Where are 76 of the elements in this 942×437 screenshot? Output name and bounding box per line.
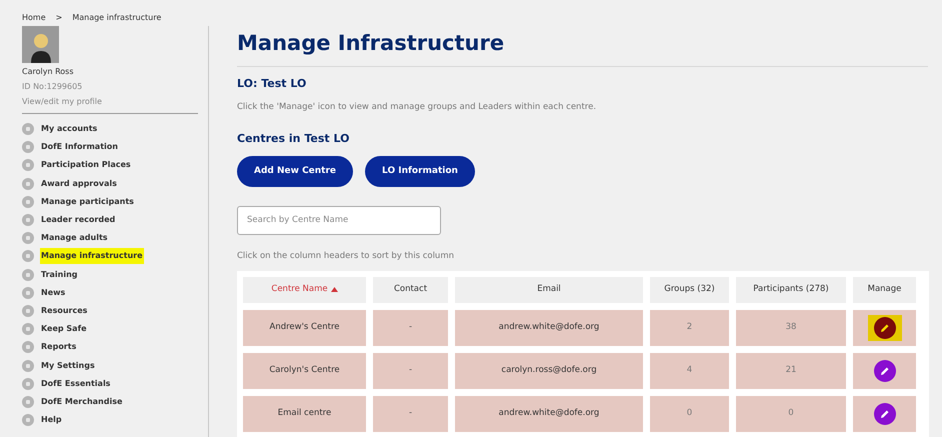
table-cell: 4 bbox=[650, 352, 729, 388]
column-header[interactable]: Manage bbox=[853, 276, 916, 302]
table-cell: - bbox=[373, 352, 448, 388]
table-cell: 0 bbox=[650, 396, 729, 432]
pencil-icon bbox=[880, 322, 890, 332]
table-cell: carolyn.ross@dofe.org bbox=[455, 352, 643, 388]
column-header[interactable]: Participants (278) bbox=[736, 276, 846, 302]
search-field[interactable]: Search by Centre Name bbox=[237, 206, 441, 235]
column-header[interactable]: Email bbox=[455, 276, 643, 302]
menu-icon bbox=[22, 196, 34, 208]
manage-button[interactable] bbox=[874, 360, 896, 382]
lo-heading: LO: Test LO bbox=[237, 76, 308, 92]
sidebar-item[interactable]: Leader recorded bbox=[40, 212, 116, 228]
column-header[interactable]: Groups (32) bbox=[650, 276, 729, 302]
sidebar-item[interactable]: Participation Places bbox=[40, 157, 132, 174]
profile-name: Carolyn Ross bbox=[22, 66, 74, 78]
sidebar-item[interactable]: Manage infrastructure bbox=[40, 248, 144, 264]
sidebar-item[interactable]: Resources bbox=[40, 302, 88, 319]
pencil-icon bbox=[880, 408, 890, 418]
menu-icon bbox=[22, 396, 34, 408]
table-cell: andrew.white@dofe.org bbox=[455, 310, 643, 346]
sidebar-item[interactable]: Help bbox=[40, 412, 63, 428]
menu-icon bbox=[22, 286, 34, 299]
sidebar-item[interactable]: Manage adults bbox=[40, 230, 109, 246]
menu-icon bbox=[22, 159, 34, 172]
menu-icon bbox=[22, 232, 34, 244]
sidebar-item[interactable]: Reports bbox=[40, 339, 78, 356]
sidebar-item[interactable]: Award approvals bbox=[40, 176, 118, 192]
table-cell: andrew.white@dofe.org bbox=[455, 396, 643, 432]
pencil-icon bbox=[880, 366, 890, 376]
sort-hint: Click on the column headers to sort by this column bbox=[237, 250, 455, 262]
sidebar-item[interactable]: DofE Information bbox=[40, 139, 119, 156]
page-title: Manage Infrastructure bbox=[237, 30, 928, 67]
sidebar-item[interactable]: My Settings bbox=[40, 358, 96, 374]
manage-button[interactable] bbox=[874, 316, 896, 338]
sidebar-item[interactable]: Keep Safe bbox=[40, 321, 88, 338]
sidebar-item[interactable]: News bbox=[40, 284, 66, 301]
menu-icon bbox=[22, 250, 34, 262]
table-cell: Carolyn's Centre bbox=[243, 352, 366, 388]
table-cell: 21 bbox=[736, 352, 846, 388]
sidebar-item[interactable]: Manage participants bbox=[40, 194, 135, 210]
breadcrumb-link[interactable]: Home bbox=[22, 12, 46, 24]
instructions-text: Click the 'Manage' icon to view and manage groups and Leaders within each centre. bbox=[237, 100, 598, 114]
menu-icon bbox=[22, 323, 34, 336]
menu-icon bbox=[22, 268, 34, 281]
menu-icon bbox=[22, 214, 34, 226]
menu-icon bbox=[22, 341, 34, 354]
avatar bbox=[22, 26, 59, 63]
menu-icon bbox=[22, 414, 34, 426]
table-cell: Andrew's Centre bbox=[243, 310, 366, 346]
menu-icon bbox=[22, 123, 34, 136]
menu-icon bbox=[22, 304, 34, 317]
menu-icon bbox=[22, 178, 34, 190]
sort-arrow-icon bbox=[330, 287, 338, 292]
menu-icon bbox=[22, 141, 34, 154]
profile-id: ID No:1299605 bbox=[22, 81, 84, 93]
sidebar-item[interactable]: My accounts bbox=[40, 121, 98, 138]
action-button[interactable]: LO Information bbox=[365, 156, 475, 187]
column-header[interactable]: Contact bbox=[373, 276, 448, 302]
menu-icon bbox=[22, 378, 34, 390]
table-cell: 38 bbox=[736, 310, 846, 346]
action-button[interactable]: Add New Centre bbox=[237, 156, 354, 187]
table-cell: 2 bbox=[650, 310, 729, 346]
breadcrumb-link[interactable]: Manage infrastructure bbox=[72, 12, 162, 24]
sidebar-item[interactable]: DofE Merchandise bbox=[40, 394, 124, 410]
menu-icon bbox=[22, 360, 34, 372]
table-cell: - bbox=[373, 396, 448, 432]
table-cell: Email centre bbox=[243, 396, 366, 432]
section-heading: Centres in Test LO bbox=[237, 131, 350, 148]
column-header[interactable]: Centre Name bbox=[243, 276, 366, 302]
sidebar-item[interactable]: DofE Essentials bbox=[40, 376, 112, 392]
manage-button[interactable] bbox=[874, 402, 896, 424]
table-cell: 0 bbox=[736, 396, 846, 432]
sidebar-item[interactable]: Training bbox=[40, 266, 79, 283]
table-cell: - bbox=[373, 310, 448, 346]
breadcrumb-separator: > bbox=[56, 12, 62, 24]
